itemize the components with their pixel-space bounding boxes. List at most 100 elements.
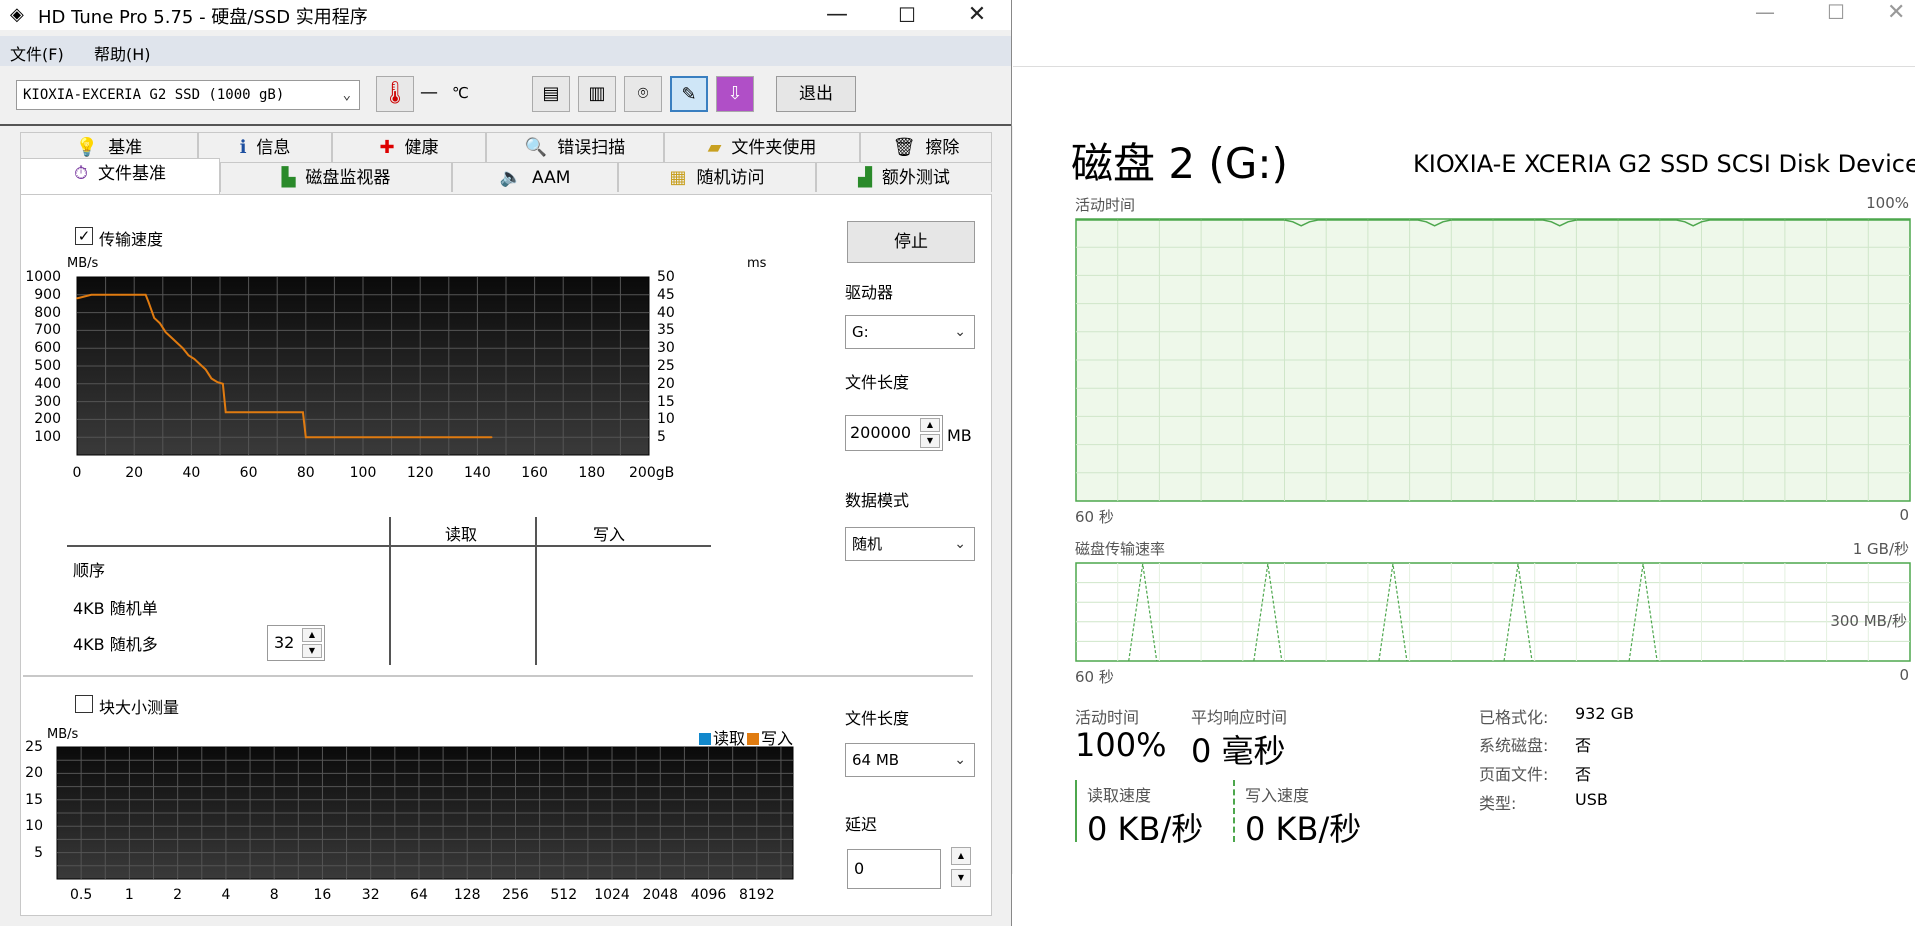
- y2-tick-label: 5: [657, 429, 666, 446]
- tab-file-benchmark[interactable]: ⏱ 文件基准: [20, 158, 220, 194]
- stepper-up-icon[interactable]: ▲: [920, 418, 940, 432]
- y2-tick-label: 45: [657, 286, 675, 303]
- stepper-down-icon[interactable]: ▼: [920, 434, 940, 448]
- data-point: [216, 381, 218, 383]
- tab-extra-tests[interactable]: ▟ 额外测试: [816, 162, 992, 192]
- tm-minimize-button[interactable]: —: [1755, 0, 1775, 24]
- block-x-tick-label: 4: [221, 887, 231, 903]
- stop-button[interactable]: 停止: [847, 221, 975, 263]
- y2-tick-label: 35: [657, 322, 675, 339]
- data-point: [204, 368, 207, 371]
- stepper-down-icon[interactable]: ▼: [951, 869, 971, 887]
- activity-max: 100%: [1866, 194, 1909, 212]
- section-divider: [23, 675, 973, 677]
- y2-tick-label: 20: [657, 375, 675, 392]
- col-read: 读取: [445, 525, 478, 544]
- block-size-checkbox[interactable]: [75, 695, 93, 713]
- download-icon[interactable]: ⇩: [716, 76, 754, 112]
- tab-erase[interactable]: 🗑 擦除: [860, 132, 992, 162]
- delay-input[interactable]: 0: [847, 849, 941, 889]
- tm-maximize-button[interactable]: ☐: [1827, 0, 1845, 24]
- data-point: [187, 354, 190, 357]
- x-tick-label: 180: [578, 465, 606, 481]
- detail-system-label: 系统磁盘:: [1479, 736, 1549, 755]
- block-x-tick-label: 2048: [642, 887, 679, 903]
- data-point: [133, 294, 135, 296]
- activity-label: 活动时间: [1075, 196, 1136, 214]
- stepper-up-icon[interactable]: ▲: [951, 847, 971, 865]
- delay-stepper[interactable]: ▲ ▼: [949, 847, 971, 889]
- options-icon[interactable]: ✎: [670, 76, 708, 112]
- y-tick-label: 800: [34, 304, 61, 321]
- activity-time-left: 60 秒: [1075, 508, 1114, 526]
- data-point: [182, 347, 184, 349]
- data-point: [476, 436, 479, 438]
- file-length-stepper[interactable]: 200000 ▲ ▼: [845, 415, 943, 451]
- block-x-tick-label: 8: [269, 887, 279, 903]
- info-icon: ℹ: [239, 137, 247, 158]
- tab-aam[interactable]: 🔈 AAM: [452, 162, 618, 192]
- stat-active-label: 活动时间: [1075, 708, 1140, 727]
- title-bar: ◈ HD Tune Pro 5.75 - 硬盘/SSD 实用程序 — ☐ ✕: [0, 0, 1011, 30]
- y-tick-label: 900: [34, 286, 61, 303]
- exit-button[interactable]: 退出: [776, 76, 856, 112]
- copy-info-icon[interactable]: ▥: [578, 76, 616, 112]
- menu-file[interactable]: 文件(F): [10, 41, 64, 65]
- copy-text-icon[interactable]: ▤: [532, 76, 570, 112]
- y-tick-label: 300: [34, 393, 61, 410]
- block-y-tick-label: 15: [25, 791, 43, 808]
- rate-time-right: 0: [1899, 666, 1909, 684]
- file-length2-select[interactable]: 64 MB ⌄: [845, 743, 975, 777]
- data-point: [176, 342, 178, 344]
- maximize-button[interactable]: ☐: [872, 0, 942, 30]
- data-point: [419, 436, 422, 438]
- block-x-tick-label: 2: [173, 887, 183, 903]
- tab-disk-monitor[interactable]: ▙ 磁盘监视器: [220, 162, 452, 192]
- stepper-up-icon[interactable]: ▲: [302, 628, 322, 642]
- write-indicator-line: [1233, 780, 1235, 842]
- minimize-button[interactable]: —: [802, 0, 872, 30]
- file-benchmark-panel: ✓ 传输速度 MB/s ms 读取 写入 顺序 4KB 随机单 4KB 随机多 …: [20, 194, 992, 916]
- x-tick-label: 80: [296, 465, 315, 481]
- row-sequential: 顺序: [73, 561, 106, 580]
- tab-health[interactable]: ✚ 健康: [332, 132, 486, 162]
- extra-tests-icon: ▟: [858, 167, 872, 188]
- rate-time-left: 60 秒: [1075, 668, 1114, 686]
- block-x-tick-label: 64: [410, 887, 428, 903]
- drive-letter-select[interactable]: G: ⌄: [845, 315, 975, 349]
- block-x-tick-label: 512: [550, 887, 578, 903]
- data-point: [90, 294, 93, 296]
- queue-depth-stepper[interactable]: 32 ▲ ▼: [267, 625, 325, 661]
- data-point: [222, 383, 224, 385]
- tab-folder-usage[interactable]: ▰ 文件夹使用: [664, 132, 860, 162]
- data-point: [302, 411, 304, 414]
- close-button[interactable]: ✕: [942, 0, 1011, 30]
- stepper-down-icon[interactable]: ▼: [302, 644, 322, 658]
- x-tick-label: 0: [72, 465, 82, 481]
- y-tick-label: 700: [34, 322, 61, 339]
- tm-close-button[interactable]: ✕: [1887, 0, 1905, 25]
- menu-help[interactable]: 帮助(H): [94, 41, 151, 65]
- data-point: [104, 294, 107, 296]
- stat-resp-value: 0 毫秒: [1191, 732, 1286, 770]
- drive-select[interactable]: KIOXIA-EXCERIA G2 SSD (1000 gB) ⌄: [16, 80, 360, 110]
- data-point: [170, 336, 173, 339]
- data-mode-select[interactable]: 随机 ⌄: [845, 527, 975, 561]
- data-point: [490, 436, 493, 438]
- block-x-tick-label: 256: [502, 887, 529, 903]
- transfer-speed-checkbox[interactable]: ✓: [75, 227, 93, 245]
- queue-depth-value: 32: [274, 633, 295, 652]
- chart-units-right: ms: [747, 256, 767, 271]
- header-divider: [1013, 66, 1915, 67]
- thermometer-icon[interactable]: 🌡: [376, 76, 414, 112]
- tab-error-scan[interactable]: 🔍 错误扫描: [486, 132, 664, 162]
- camera-icon[interactable]: ⌾: [624, 76, 662, 112]
- block-x-tick-label: 8192: [738, 887, 775, 903]
- data-point: [448, 436, 450, 438]
- data-point: [119, 294, 121, 296]
- tab-random-access[interactable]: ▦ 随机访问: [618, 162, 816, 192]
- chevron-down-icon: ⌄: [954, 752, 966, 768]
- rate-label: 磁盘传输速率: [1075, 540, 1166, 558]
- row-4kb-single: 4KB 随机单: [73, 599, 158, 618]
- random-access-icon: ▦: [669, 167, 687, 188]
